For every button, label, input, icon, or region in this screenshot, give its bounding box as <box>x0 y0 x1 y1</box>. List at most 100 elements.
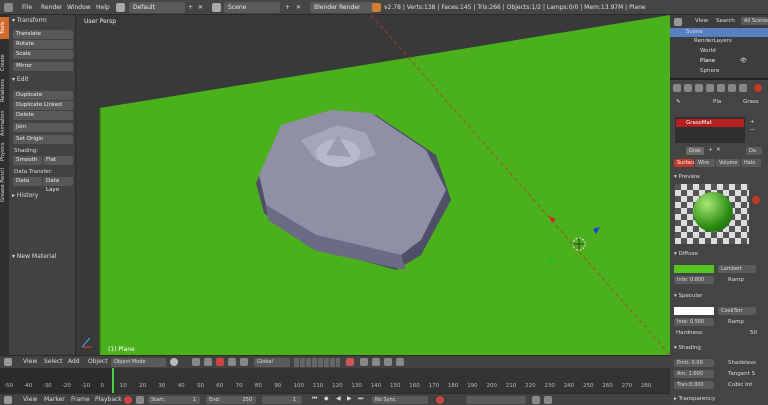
scale-manipulator-icon[interactable] <box>240 358 248 366</box>
preview-panel-header[interactable]: ▾ Preview <box>674 174 700 180</box>
specular-intensity-field[interactable]: Inte: 0.500 <box>674 318 714 326</box>
scene-selector[interactable]: Scene <box>224 2 280 13</box>
diffuse-color-swatch[interactable] <box>674 265 714 273</box>
outliner-row-sphere[interactable]: Sphere <box>700 68 719 74</box>
shadeless-checkbox[interactable]: Shadeless <box>728 360 756 366</box>
specular-color-swatch[interactable] <box>674 307 714 315</box>
tab-tools[interactable]: Tools <box>0 17 9 39</box>
transparency-panel-header[interactable]: ▸ Transparency <box>674 396 715 402</box>
material-unlink-icon[interactable]: ✕ <box>716 147 721 153</box>
insert-keyframe-icon[interactable] <box>532 396 540 404</box>
outliner-search-menu[interactable]: Search <box>716 18 735 24</box>
frame-menu[interactable]: Frame <box>71 396 90 403</box>
transform-orientation-selector[interactable]: Global <box>254 358 290 367</box>
diffuse-intensity-field[interactable]: Inte: 0.800 <box>674 276 714 284</box>
diffuse-ramp-checkbox[interactable]: Ramp <box>728 277 744 283</box>
3d-viewport[interactable]: User Persp (1) Plane <box>76 15 670 355</box>
outliner-editor-icon[interactable] <box>674 18 682 26</box>
smooth-button[interactable]: Smooth <box>13 156 42 165</box>
snap-icon[interactable] <box>372 358 380 366</box>
info-editor-icon[interactable] <box>4 3 13 12</box>
join-button[interactable]: Join <box>13 123 73 132</box>
slot-add-icon[interactable]: + <box>750 119 755 125</box>
pivot-icon[interactable] <box>192 358 200 366</box>
specular-ramp-checkbox[interactable]: Ramp <box>728 319 744 325</box>
scene-tab-icon[interactable] <box>695 84 703 92</box>
timeline-editor-icon[interactable] <box>4 396 12 404</box>
current-frame-marker[interactable] <box>112 368 114 393</box>
select-menu[interactable]: Select <box>44 358 63 365</box>
modifier-tab-icon[interactable] <box>728 84 736 92</box>
material-datablock[interactable]: Gras <box>686 147 704 155</box>
diffuse-shader-selector[interactable]: Lambert <box>718 265 756 273</box>
play-reverse-icon[interactable]: ◀ <box>336 395 341 402</box>
material-slot-row[interactable]: GrassMat <box>676 119 744 127</box>
specular-shader-selector[interactable]: CookTorr <box>718 307 756 315</box>
keying-set-selector[interactable] <box>466 396 526 404</box>
world-tab-icon[interactable] <box>706 84 714 92</box>
material-add-icon[interactable]: + <box>708 147 713 153</box>
scene-add-icon[interactable]: + <box>285 2 290 13</box>
object-menu[interactable]: Object <box>88 358 108 365</box>
scene-icon[interactable] <box>212 3 221 12</box>
viewport-shading-icon[interactable] <box>170 358 178 366</box>
prev-keyframe-icon[interactable]: ◆ <box>324 395 329 402</box>
outliner-view-menu[interactable]: View <box>695 18 708 24</box>
menu-render[interactable]: Render <box>41 2 62 13</box>
playback-menu[interactable]: Playback <box>95 396 122 403</box>
diffuse-panel-header[interactable]: ▾ Diffuse <box>674 251 698 257</box>
slot-remove-icon[interactable]: − <box>750 127 755 133</box>
emit-field[interactable]: Emit: 0.00 <box>674 359 714 367</box>
proportional-edit-icon[interactable] <box>360 358 368 366</box>
rotate-manipulator-icon[interactable] <box>228 358 236 366</box>
add-menu[interactable]: Add <box>68 358 80 365</box>
translate-manipulator-icon[interactable] <box>216 358 224 366</box>
sync-mode-selector[interactable]: No Sync <box>372 396 428 404</box>
data-layout-button[interactable]: Data Layo <box>43 177 73 193</box>
wire-tab[interactable]: Wire <box>695 159 715 167</box>
volume-tab[interactable]: Volume <box>716 159 740 167</box>
layout-icon[interactable] <box>116 3 125 12</box>
editor-type-icon[interactable] <box>4 358 12 366</box>
preview-sphere-type-icon[interactable] <box>752 196 760 204</box>
tangent-shading-checkbox[interactable]: Tangent S <box>728 371 755 377</box>
halo-tab[interactable]: Halo <box>741 159 761 167</box>
tab-grease-pencil[interactable]: Grease Pencil <box>0 165 9 205</box>
material-data-selector[interactable]: Da <box>746 147 762 155</box>
delete-button[interactable]: Delete <box>13 111 73 120</box>
data-button[interactable]: Data <box>13 177 42 186</box>
data-tab-icon[interactable] <box>739 84 747 92</box>
visibility-eye-icon[interactable]: 👁 <box>740 58 747 64</box>
duplicate-linked-button[interactable]: Duplicate Linked <box>13 101 73 110</box>
menu-file[interactable]: File <box>22 2 32 13</box>
current-frame-field[interactable]: 1 <box>262 396 302 404</box>
layers-tab-icon[interactable] <box>684 84 692 92</box>
outliner-row-world[interactable]: World <box>700 48 716 54</box>
render-engine-selector[interactable]: Blender Render <box>310 2 374 13</box>
material-slot-list[interactable]: GrassMat <box>675 117 745 143</box>
history-panel-header[interactable]: ▸ History <box>12 192 38 199</box>
lock-camera-icon[interactable] <box>346 358 354 366</box>
operator-panel-header[interactable]: ▾ New Material <box>12 253 56 260</box>
mode-selector[interactable]: Object Mode <box>111 358 166 367</box>
auto-keying-icon[interactable] <box>436 396 444 404</box>
layout-add-icon[interactable]: + <box>188 2 193 13</box>
play-icon[interactable]: ▶ <box>347 395 352 402</box>
outliner-row-scene[interactable]: Scene <box>670 28 768 37</box>
cubic-interpolation-checkbox[interactable]: Cubic Int <box>728 382 752 388</box>
jump-end-icon[interactable]: ⏭ <box>358 395 363 403</box>
layer-buttons[interactable] <box>294 358 340 367</box>
menu-window[interactable]: Window <box>67 2 91 13</box>
delete-keyframe-icon[interactable] <box>544 396 552 404</box>
scale-button[interactable]: Scale <box>13 50 73 59</box>
tab-physics[interactable]: Physics <box>0 139 9 165</box>
render-tab-icon[interactable] <box>673 84 681 92</box>
jump-start-icon[interactable]: ⏮ <box>312 395 317 403</box>
start-frame-field[interactable]: Start: 1 <box>148 396 200 404</box>
shading-panel-header[interactable]: ▾ Shading <box>674 345 701 351</box>
layout-selector[interactable]: Default <box>129 2 185 13</box>
record-icon[interactable] <box>124 396 132 404</box>
set-origin-dropdown[interactable]: Set Origin <box>13 135 73 144</box>
scene-close-icon[interactable]: ✕ <box>296 2 301 13</box>
outliner-row-renderlayers[interactable]: RenderLayers <box>694 38 732 44</box>
